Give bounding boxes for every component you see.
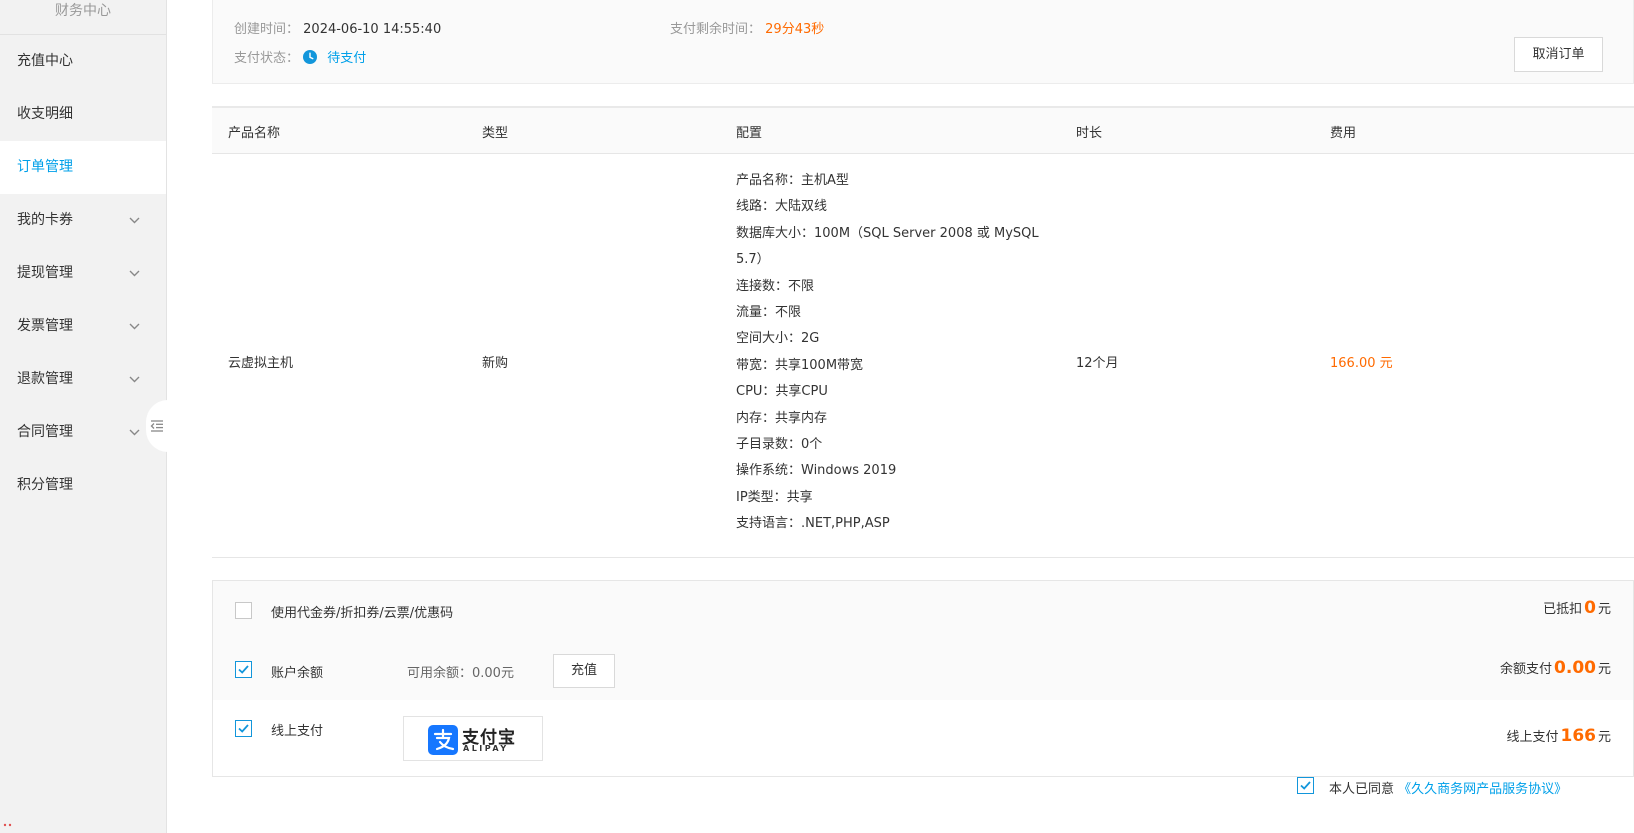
column-header: 产品名称 [228, 126, 281, 141]
config-item: IP类型：共享 [736, 489, 813, 505]
table-header: 产品名称 类型 配置 时长 费用 [212, 108, 1634, 154]
alipay-en-name: ALIPAY [463, 744, 509, 753]
balance-checkbox[interactable] [235, 661, 252, 678]
balance-amount: 0.00 [1554, 658, 1596, 678]
checkmark-icon [1300, 781, 1311, 790]
order-info-panel: 创建时间： 2024-06-10 14:55:40 支付剩余时间： 29分43秒… [212, 0, 1634, 84]
sidebar-item-orders[interactable]: 订单管理 [0, 141, 166, 194]
config-list: 产品名称：主机A型 线路：大陆双线 数据库大小：100M（SQL Server … [736, 168, 1066, 538]
sidebar-item-points[interactable]: 积分管理 [0, 459, 166, 512]
cancel-order-button[interactable]: 取消订单 [1514, 37, 1603, 72]
remaining-time: 支付剩余时间： 29分43秒 [670, 22, 825, 37]
product-name-cell: 云虚拟主机 [228, 356, 294, 371]
sidebar-item-label: 合同管理 [17, 424, 73, 440]
sidebar-title: 财务中心 [0, 0, 166, 35]
balance-label: 账户余额 [271, 666, 324, 681]
sidebar-item-invoice[interactable]: 发票管理 [0, 300, 166, 353]
chevron-down-icon [129, 429, 140, 436]
online-payment-checkbox[interactable] [235, 720, 252, 737]
sidebar-item-recharge[interactable]: 充值中心 [0, 35, 166, 88]
chevron-down-icon [129, 270, 140, 277]
resize-grip-icon [3, 823, 12, 827]
sidebar-item-coupons[interactable]: 我的卡券 [0, 194, 166, 247]
payment-panel: 使用代金券/折扣券/云票/优惠码 已抵扣 0 元 账户余额 可用余额：0.00元 充… [212, 580, 1634, 777]
main-content: 创建时间： 2024-06-10 14:55:40 支付剩余时间： 29分43秒… [167, 0, 1634, 833]
sidebar-item-label: 积分管理 [17, 477, 73, 493]
config-item: 流量：不限 [736, 305, 802, 321]
payment-status: 支付状态： 待支付 [234, 50, 367, 66]
coupon-label: 使用代金券/折扣券/云票/优惠码 [271, 606, 454, 621]
sidebar-item-label: 充值中心 [17, 53, 73, 69]
column-header: 费用 [1330, 126, 1357, 141]
sidebar: 财务中心 充值中心 收支明细 订单管理 我的卡券 提现管理 发票管理 退款管理 … [0, 0, 168, 833]
recharge-button[interactable]: 充值 [553, 654, 615, 688]
order-table: 产品名称 类型 配置 时长 费用 云虚拟主机 新购 产品名称：主机A型 线路：大… [212, 106, 1634, 558]
coupon-deducted: 已抵扣 0 元 [1543, 598, 1611, 618]
config-item: 线路：大陆双线 [736, 199, 828, 215]
config-item: CPU：共享CPU [736, 384, 828, 400]
alipay-option[interactable]: 支付宝 ALIPAY [403, 716, 543, 761]
chevron-down-icon [129, 376, 140, 383]
config-item: 空间大小：2G [736, 331, 820, 347]
coupon-checkbox[interactable] [235, 602, 252, 619]
deducted-amount: 0 [1584, 598, 1596, 618]
available-balance: 可用余额：0.00元 [407, 666, 514, 681]
config-item: 操作系统：Windows 2019 [736, 463, 897, 479]
menu-fold-icon [150, 420, 163, 432]
agreement-checkbox[interactable] [1297, 777, 1314, 794]
checkmark-icon [238, 724, 249, 733]
sidebar-item-label: 发票管理 [17, 318, 73, 334]
sidebar-item-withdraw[interactable]: 提现管理 [0, 247, 166, 300]
config-item: 带宽：共享100M带宽 [736, 357, 864, 373]
config-item: 连接数：不限 [736, 278, 815, 294]
config-item: 内存：共享内存 [736, 410, 828, 426]
config-item: 子目录数：0个 [736, 437, 823, 453]
created-time: 创建时间： 2024-06-10 14:55:40 [234, 22, 442, 37]
agreement-text: 本人已同意 《久久商务网产品服务协议》 [1329, 782, 1568, 797]
online-payment-row: 线上支付 支付宝 ALIPAY 线上支付 166 元 [213, 700, 1633, 776]
column-header: 类型 [482, 126, 509, 141]
coupon-row: 使用代金券/折扣券/云票/优惠码 已抵扣 0 元 [213, 581, 1633, 641]
sidebar-item-label: 订单管理 [17, 159, 73, 175]
column-header: 时长 [1076, 126, 1103, 141]
status-badge: 待支付 [327, 51, 367, 66]
config-item: 产品名称：主机A型 [736, 173, 849, 188]
config-item: 数据库大小：100M（SQL Server 2008 或 MySQL 5.7） [736, 225, 1039, 268]
sidebar-item-label: 收支明细 [17, 106, 73, 122]
agreement-link[interactable]: 《久久商务网产品服务协议》 [1398, 782, 1567, 797]
chevron-down-icon [129, 323, 140, 330]
balance-payment: 余额支付 0.00 元 [1500, 658, 1611, 678]
sidebar-item-refund[interactable]: 退款管理 [0, 353, 166, 406]
sidebar-item-label: 提现管理 [17, 265, 73, 281]
config-item: 支持语言：.NET,PHP,ASP [736, 516, 890, 532]
type-cell: 新购 [482, 356, 509, 371]
online-payment-label: 线上支付 [271, 724, 324, 739]
column-header: 配置 [736, 126, 763, 141]
alipay-logo-icon [428, 725, 458, 755]
clock-icon [303, 50, 318, 64]
sidebar-item-label: 我的卡券 [17, 212, 73, 228]
fee-cell: 166.00 元 [1330, 356, 1393, 371]
online-amount: 166 [1560, 726, 1596, 746]
sidebar-item-label: 退款管理 [17, 371, 73, 387]
balance-row: 账户余额 可用余额：0.00元 充值 余额支付 0.00 元 [213, 640, 1633, 701]
sidebar-item-contract[interactable]: 合同管理 [0, 406, 166, 459]
duration-cell: 12个月 [1076, 356, 1119, 371]
checkmark-icon [238, 665, 249, 674]
online-payment-amount: 线上支付 166 元 [1506, 726, 1611, 746]
chevron-down-icon [129, 217, 140, 224]
sidebar-item-transactions[interactable]: 收支明细 [0, 88, 166, 141]
